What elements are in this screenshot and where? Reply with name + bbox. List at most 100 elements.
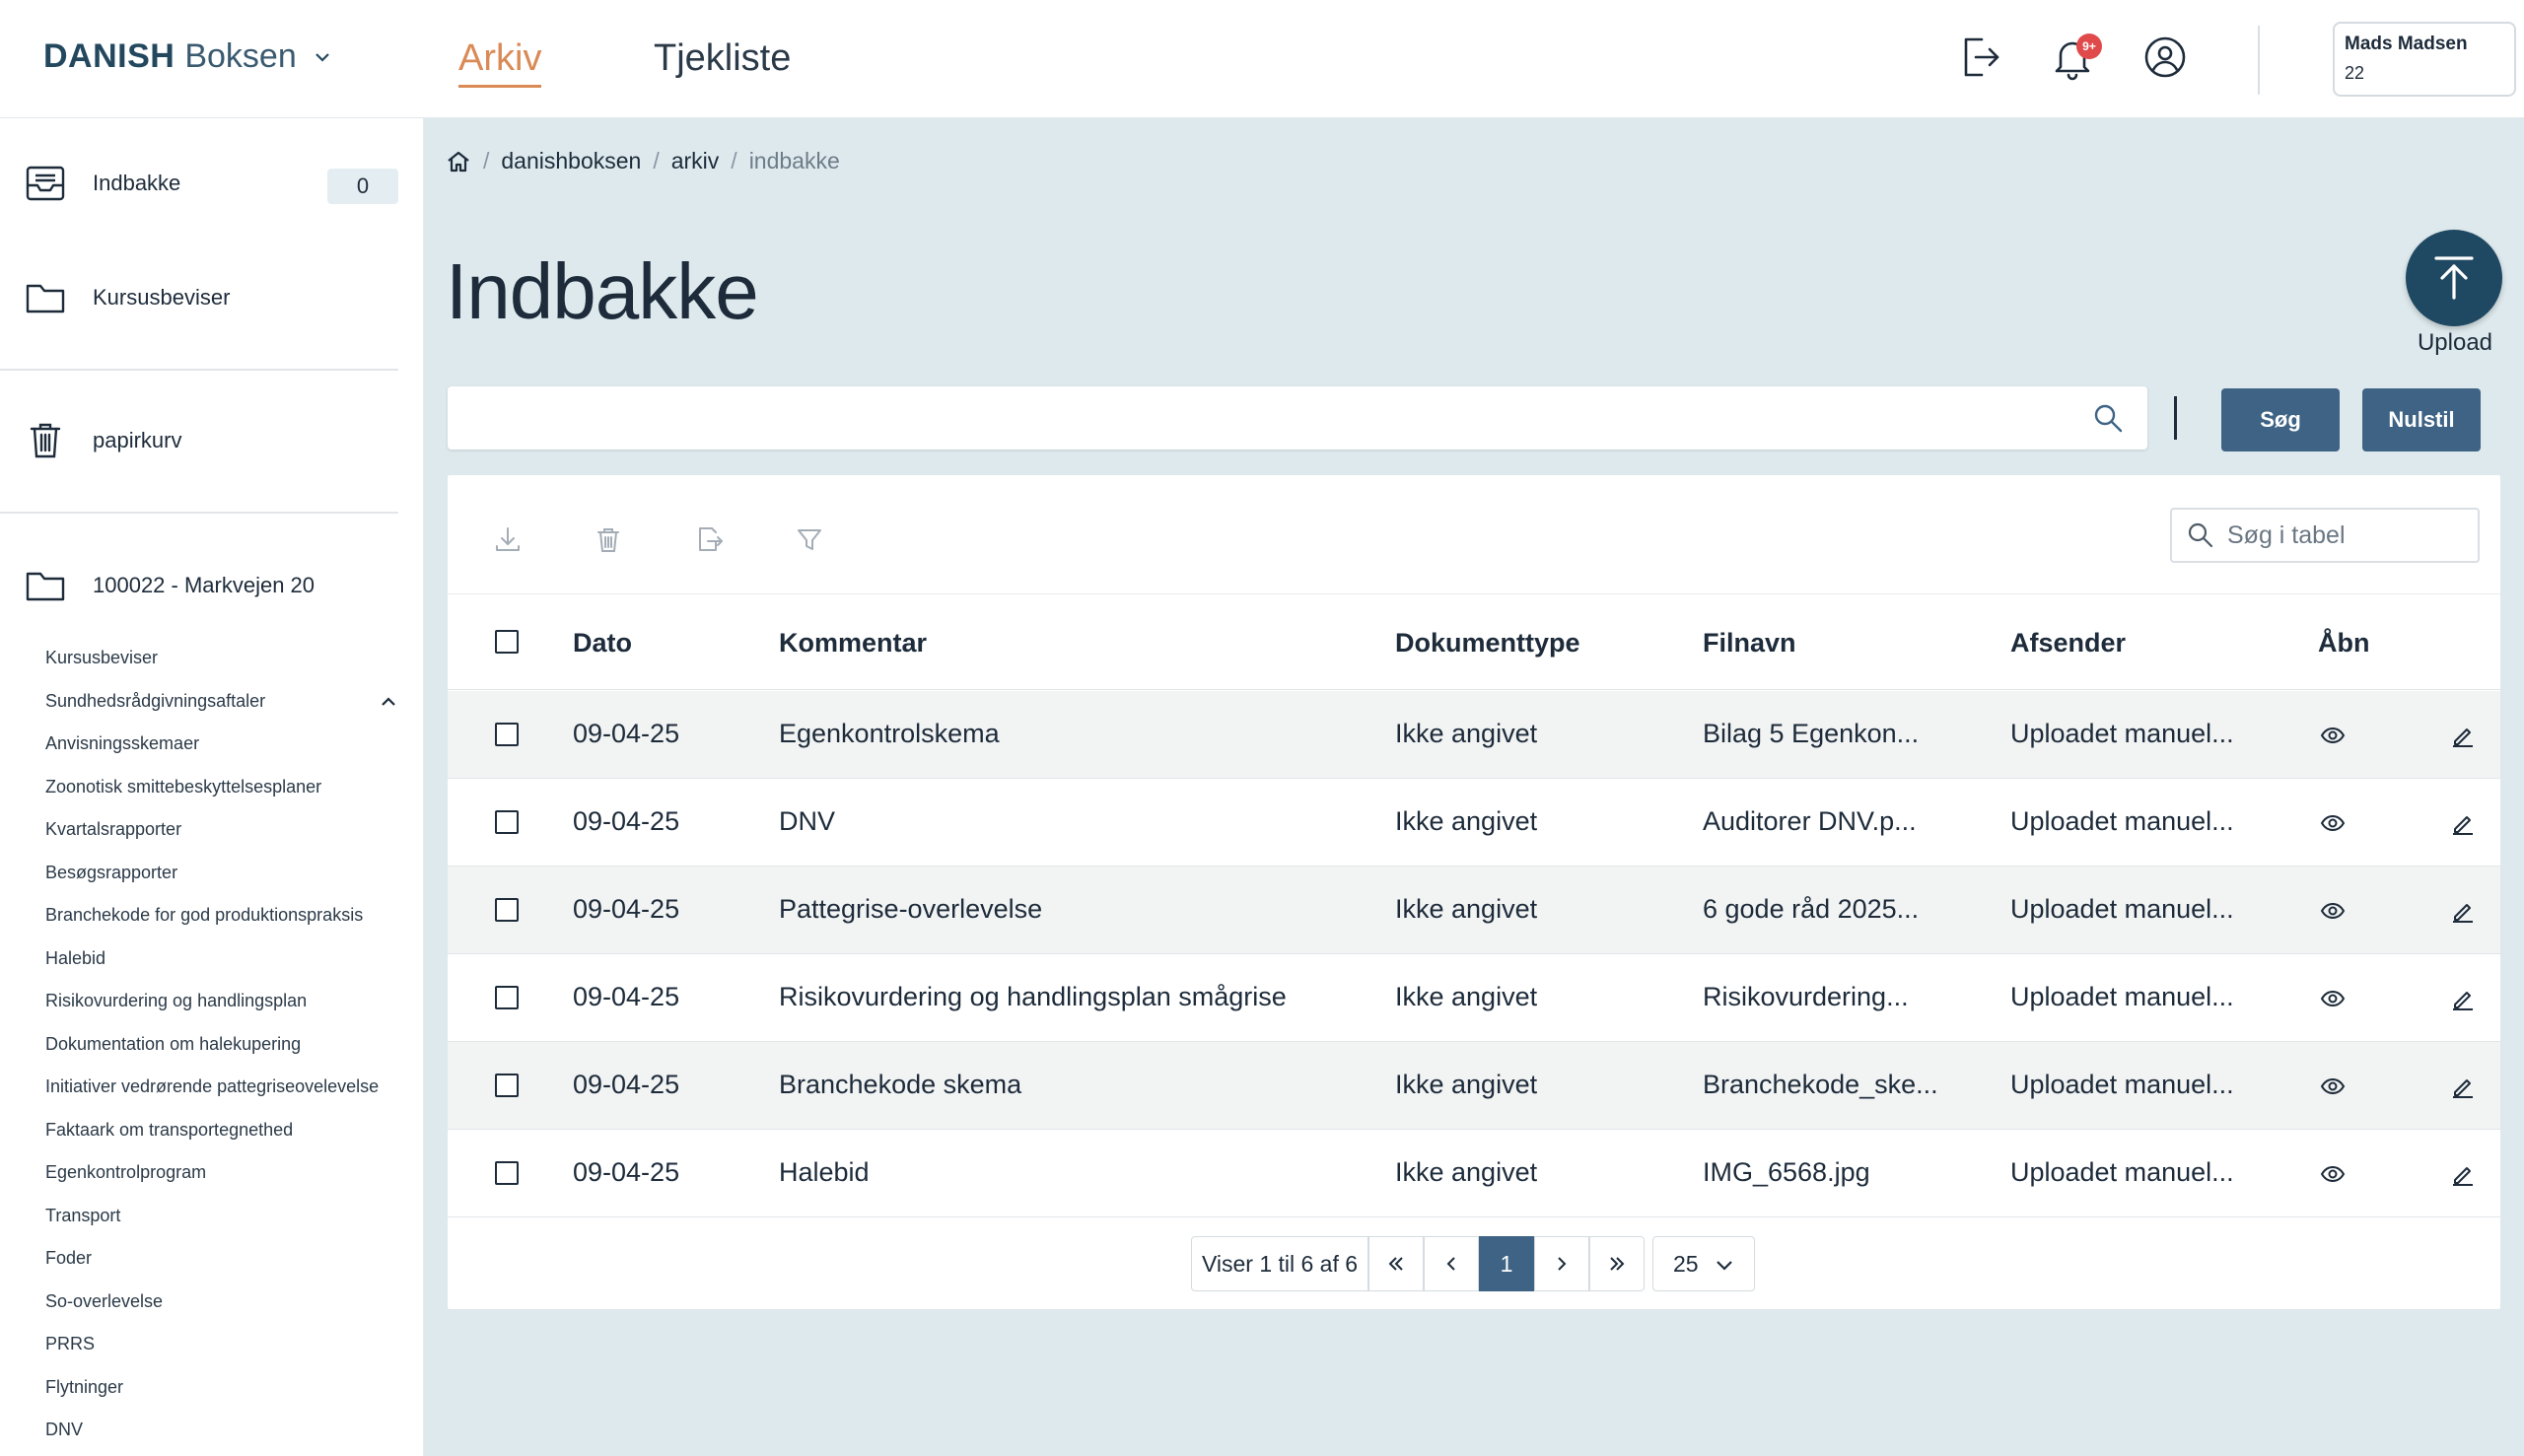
page-button-current[interactable]: 1 (1479, 1236, 1534, 1291)
edit-icon[interactable] (2449, 1160, 2477, 1188)
search-bar (448, 386, 2147, 450)
select-all-checkbox[interactable] (495, 630, 519, 654)
edit-icon[interactable] (2449, 897, 2477, 925)
search-button[interactable]: Søg (2221, 388, 2340, 451)
subfolder-item[interactable]: Anvisningsskemaer (45, 733, 199, 754)
tab-arkiv[interactable]: Arkiv (458, 37, 542, 88)
last-page-button[interactable] (1589, 1236, 1645, 1291)
edit-icon[interactable] (2449, 1073, 2477, 1100)
table-row[interactable]: 09-04-25 Halebid Ikke angivet IMG_6568.jpg U… (448, 1130, 2500, 1217)
subfolder-item[interactable]: Kvartalsrapporter (45, 819, 181, 840)
subfolder-item[interactable]: Flytninger (45, 1377, 123, 1398)
delete-icon[interactable] (594, 524, 623, 554)
upload-button[interactable] (2406, 230, 2502, 326)
subfolder-item[interactable]: So-overlevelse (45, 1291, 163, 1312)
subfolder-item[interactable]: Halebid (45, 948, 105, 969)
subfolder-item[interactable]: Foder (45, 1248, 92, 1269)
subfolder-item[interactable]: Branchekode for god produktionspraksis (45, 905, 363, 926)
subfolder-item[interactable]: Kursusbeviser (45, 648, 158, 668)
move-file-icon[interactable] (694, 524, 724, 554)
view-icon[interactable] (2319, 722, 2347, 749)
breadcrumb-arkiv[interactable]: arkiv (671, 148, 720, 174)
logout-icon[interactable] (1954, 32, 2005, 83)
column-header-dato[interactable]: Dato (573, 628, 632, 659)
subfolder-item[interactable]: PRRS (45, 1334, 95, 1354)
search-input[interactable] (467, 386, 2074, 450)
search-icon (2188, 522, 2213, 548)
brand-switcher[interactable]: DANISH Boksen (43, 37, 334, 76)
cell-afsender: Uploadet manuel... (2010, 806, 2234, 836)
row-checkbox[interactable] (495, 1161, 519, 1185)
table-row[interactable]: 09-04-25 Egenkontrolskema Ikke angivet Bila… (448, 691, 2500, 779)
cell-filnavn: Bilag 5 Egenkon... (1703, 719, 1920, 748)
inbox-count-badge: 0 (327, 169, 398, 204)
subfolder-item[interactable]: DNV (45, 1420, 83, 1440)
sidebar-item-indbakke[interactable]: Indbakke (24, 162, 180, 205)
subfolder-item[interactable]: Dokumentation om halekupering (45, 1034, 301, 1055)
subfolder-item[interactable]: Faktaark om transportegnethed (45, 1120, 293, 1141)
table-row[interactable]: 09-04-25 DNV Ikke angivet Auditorer DNV.p..… (448, 779, 2500, 867)
cell-dato: 09-04-25 (573, 894, 680, 924)
subfolder-item[interactable]: Risikovurdering og handlingsplan (45, 991, 307, 1011)
view-icon[interactable] (2319, 1160, 2347, 1188)
home-icon[interactable] (446, 149, 471, 174)
table-row[interactable]: 09-04-25 Branchekode skema Ikke angivet Bra… (448, 1042, 2500, 1130)
row-checkbox[interactable] (495, 898, 519, 922)
subfolder-item[interactable]: Zoonotisk smittebeskyttelsesplaner (45, 777, 321, 797)
cell-afsender: Uploadet manuel... (2010, 982, 2234, 1011)
column-header-dokumenttype[interactable]: Dokumenttype (1395, 628, 1580, 659)
prev-page-button[interactable] (1424, 1236, 1479, 1291)
table-search-input[interactable] (2227, 520, 2464, 550)
row-checkbox[interactable] (495, 810, 519, 834)
edit-icon[interactable] (2449, 722, 2477, 749)
cell-kommentar: Branchekode skema (779, 1070, 1022, 1099)
cell-dato: 09-04-25 (573, 982, 680, 1011)
user-id: 22 (2345, 63, 2365, 83)
search-icon[interactable] (2092, 402, 2124, 434)
chevron-up-icon[interactable] (377, 690, 400, 714)
reset-button[interactable]: Nulstil (2362, 388, 2481, 451)
sidebar-item-kursusbeviser[interactable]: Kursusbeviser (24, 276, 230, 319)
table-row[interactable]: 09-04-25 Risikovurdering og handlingsplan… (448, 954, 2500, 1042)
chevron-down-icon (1717, 1261, 1732, 1271)
view-icon[interactable] (2319, 1073, 2347, 1100)
user-circle-icon[interactable] (2139, 32, 2191, 83)
row-checkbox[interactable] (495, 723, 519, 746)
edit-icon[interactable] (2449, 985, 2477, 1012)
first-page-button[interactable] (1368, 1236, 1424, 1291)
sidebar-item-papirkurv[interactable]: papirkurv (24, 419, 181, 462)
subfolder-item[interactable]: Egenkontrolprogram (45, 1162, 206, 1183)
column-header-kommentar[interactable]: Kommentar (779, 628, 927, 659)
subfolder-item[interactable]: Transport (45, 1206, 120, 1226)
subfolder-item[interactable]: Initiativer vedrørende pattegriseoveleve… (45, 1076, 379, 1097)
view-icon[interactable] (2319, 985, 2347, 1012)
upload-label: Upload (2417, 329, 2493, 356)
header-divider (2258, 26, 2260, 95)
page-title: Indbakke (446, 247, 759, 335)
cell-dokumenttype: Ikke angivet (1395, 1070, 1538, 1099)
sidebar-divider (0, 512, 398, 514)
user-account-box[interactable]: Mads Madsen 22 (2333, 22, 2516, 97)
filter-icon[interactable] (795, 524, 824, 554)
subfolder-item[interactable]: Besøgsrapporter (45, 863, 177, 883)
cell-filnavn: Auditorer DNV.p... (1703, 806, 1917, 836)
column-header-afsender[interactable]: Afsender (2010, 628, 2126, 659)
edit-icon[interactable] (2449, 809, 2477, 837)
view-icon[interactable] (2319, 809, 2347, 837)
column-header-filnavn[interactable]: Filnavn (1703, 628, 1796, 659)
main-content: / danishboksen / arkiv / indbakke Indbak… (424, 118, 2524, 1456)
next-page-button[interactable] (1534, 1236, 1589, 1291)
row-checkbox[interactable] (495, 1074, 519, 1097)
chevrons-right-icon (1610, 1257, 1625, 1271)
sidebar-item-farm-folder[interactable]: 100022 - Markvejen 20 (24, 564, 315, 607)
page-size-select[interactable]: 25 (1652, 1236, 1755, 1291)
download-icon[interactable] (493, 524, 523, 554)
view-icon[interactable] (2319, 897, 2347, 925)
tab-tjekliste[interactable]: Tjekliste (654, 37, 791, 80)
table-row[interactable]: 09-04-25 Pattegrise-overlevelse Ikke angiv… (448, 867, 2500, 954)
user-name: Mads Madsen (2345, 34, 2468, 54)
row-checkbox[interactable] (495, 986, 519, 1009)
subfolder-item[interactable]: Sundhedsrådgivningsaftaler (45, 691, 265, 712)
breadcrumb-danishboksen[interactable]: danishboksen (501, 148, 641, 174)
cell-afsender: Uploadet manuel... (2010, 719, 2234, 748)
